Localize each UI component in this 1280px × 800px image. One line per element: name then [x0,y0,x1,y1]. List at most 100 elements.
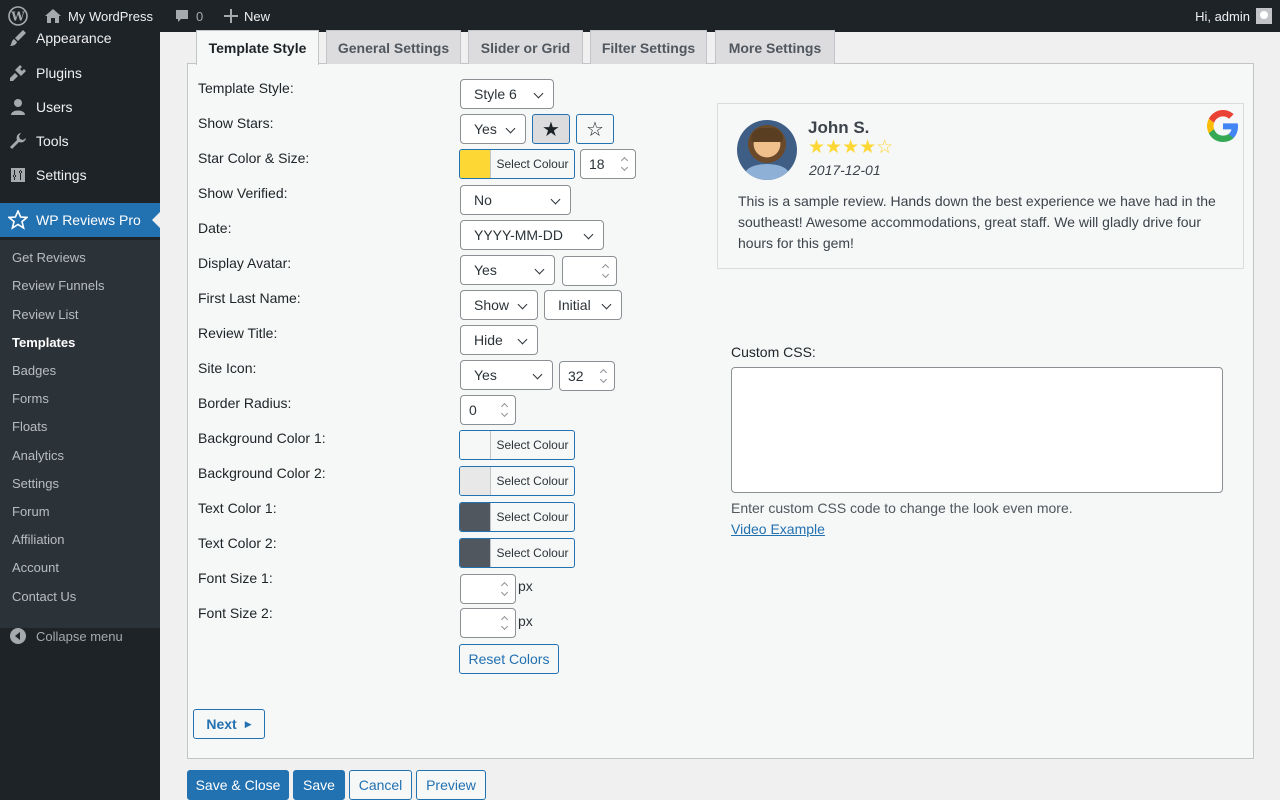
show-verified-label: Show Verified: [198,185,288,201]
my-account-link[interactable]: Hi, admin [1195,0,1272,32]
collapse-arrow-icon [0,628,36,644]
menu-wp-reviews-pro[interactable]: WP Reviews Pro [0,203,160,237]
spinner-icon[interactable] [499,401,509,419]
custom-css-label: Custom CSS: [731,344,816,360]
menu-plugins[interactable]: Plugins [0,56,160,90]
save-close-button[interactable]: Save & Close [187,770,289,800]
text-color-1-picker[interactable]: Select Colour [459,502,575,532]
reset-colors-button[interactable]: Reset Colors [459,644,559,674]
text-color-2-label: Text Color 2: [198,535,277,551]
tab-more-settings[interactable]: More Settings [715,30,835,64]
admin-bar: W My WordPress 0 New Hi, admin [0,0,1280,32]
new-label: New [244,8,271,24]
plus-icon [224,9,238,23]
new-content-link[interactable]: New [224,0,270,32]
color-swatch [460,431,491,459]
menu-tools[interactable]: Tools [0,124,160,158]
preview-button[interactable]: Preview [416,770,486,800]
show-stars-select[interactable]: Yes [460,114,526,144]
first-name-select[interactable]: Show [460,290,538,320]
menu-label: Plugins [36,65,82,81]
site-icon-select[interactable]: Yes [460,360,553,390]
tab-filter-settings[interactable]: Filter Settings [590,30,707,64]
show-verified-select[interactable]: No [460,185,571,215]
font-size-2-input[interactable] [460,608,516,638]
display-avatar-label: Display Avatar: [198,255,292,271]
star-size-input[interactable]: 18 [580,149,636,179]
menu-users[interactable]: Users [0,90,160,124]
color-swatch [460,503,491,531]
submenu-badges[interactable]: Badges [12,363,56,378]
font-size-1-label: Font Size 1: [198,570,273,586]
background-color-2-label: Background Color 2: [198,465,326,481]
menu-appearance[interactable]: Appearance [0,21,160,55]
menu-label: Settings [36,167,87,183]
review-title-label: Review Title: [198,325,278,341]
solid-star-button[interactable]: ★ [532,114,570,144]
menu-label: Tools [36,133,69,149]
display-avatar-select[interactable]: Yes [460,255,555,285]
star-color-size-label: Star Color & Size: [198,150,310,166]
submenu-account[interactable]: Account [12,560,59,575]
submenu-affiliation[interactable]: Affiliation [12,532,65,547]
menu-settings[interactable]: Settings [0,158,160,192]
background-color-1-picker[interactable]: Select Colour [459,430,575,460]
submenu-get-reviews[interactable]: Get Reviews [12,250,86,265]
site-icon-size-input[interactable]: 32 [559,361,615,391]
date-label: Date: [198,220,232,236]
user-avatar-icon [1256,8,1272,24]
next-button[interactable]: Next ▶ [193,709,265,739]
spinner-icon[interactable] [499,614,509,632]
submenu-floats[interactable]: Floats [12,419,47,434]
save-button[interactable]: Save [293,770,345,800]
outline-star-button[interactable]: ☆ [576,114,614,144]
review-title-select[interactable]: Hide [460,325,538,355]
avatar-size-input[interactable] [562,256,617,286]
font-size-1-unit: px [518,578,533,594]
color-swatch [460,539,491,567]
submenu-review-funnels[interactable]: Review Funnels [12,278,105,293]
google-icon [1207,110,1238,142]
collapse-menu-button[interactable]: Collapse menu [0,624,160,648]
tab-slider-or-grid[interactable]: Slider or Grid [468,30,583,64]
spinner-icon[interactable] [499,580,509,598]
spinner-icon[interactable] [598,367,608,385]
date-format-select[interactable]: YYYY-MM-DD [460,220,604,250]
submenu-contact-us[interactable]: Contact Us [12,589,76,604]
star-color-picker[interactable]: Select Colour [459,149,575,179]
submenu-settings[interactable]: Settings [12,476,59,491]
reviewer-avatar [737,120,797,180]
background-color-2-picker[interactable]: Select Colour [459,466,575,496]
background-color-1-label: Background Color 1: [198,430,326,446]
custom-css-textarea[interactable] [731,367,1223,493]
video-example-link[interactable]: Video Example [731,521,825,537]
tab-general-settings[interactable]: General Settings [326,30,461,64]
comments-link[interactable]: 0 [174,0,203,32]
border-radius-value: 0 [469,402,477,418]
submenu-forum[interactable]: Forum [12,504,50,519]
border-radius-input[interactable]: 0 [460,395,516,425]
triangle-right-icon: ▶ [244,718,252,729]
cancel-button[interactable]: Cancel [349,770,412,800]
star-size-value: 18 [589,156,605,172]
tab-template-style[interactable]: Template Style [196,30,319,65]
color-swatch [460,467,491,495]
next-label: Next [206,716,237,732]
submenu-forms[interactable]: Forms [12,391,49,406]
last-name-select[interactable]: Initial [544,290,622,320]
submenu-analytics[interactable]: Analytics [12,448,64,463]
menu-label: WP Reviews Pro [36,212,141,228]
template-style-select[interactable]: Style 6 [460,79,554,109]
submenu-templates[interactable]: Templates [12,335,75,350]
template-style-label: Template Style: [198,80,294,96]
collapse-label: Collapse menu [36,628,123,644]
wrench-icon [0,132,36,150]
spinner-icon[interactable] [619,155,629,173]
custom-css-help: Enter custom CSS code to change the look… [731,500,1073,516]
submenu-review-list[interactable]: Review List [12,307,78,322]
text-color-2-picker[interactable]: Select Colour [459,538,575,568]
plugin-icon [0,64,36,82]
site-icon-label: Site Icon: [198,360,257,376]
spinner-icon[interactable] [600,262,610,280]
font-size-1-input[interactable] [460,574,516,604]
